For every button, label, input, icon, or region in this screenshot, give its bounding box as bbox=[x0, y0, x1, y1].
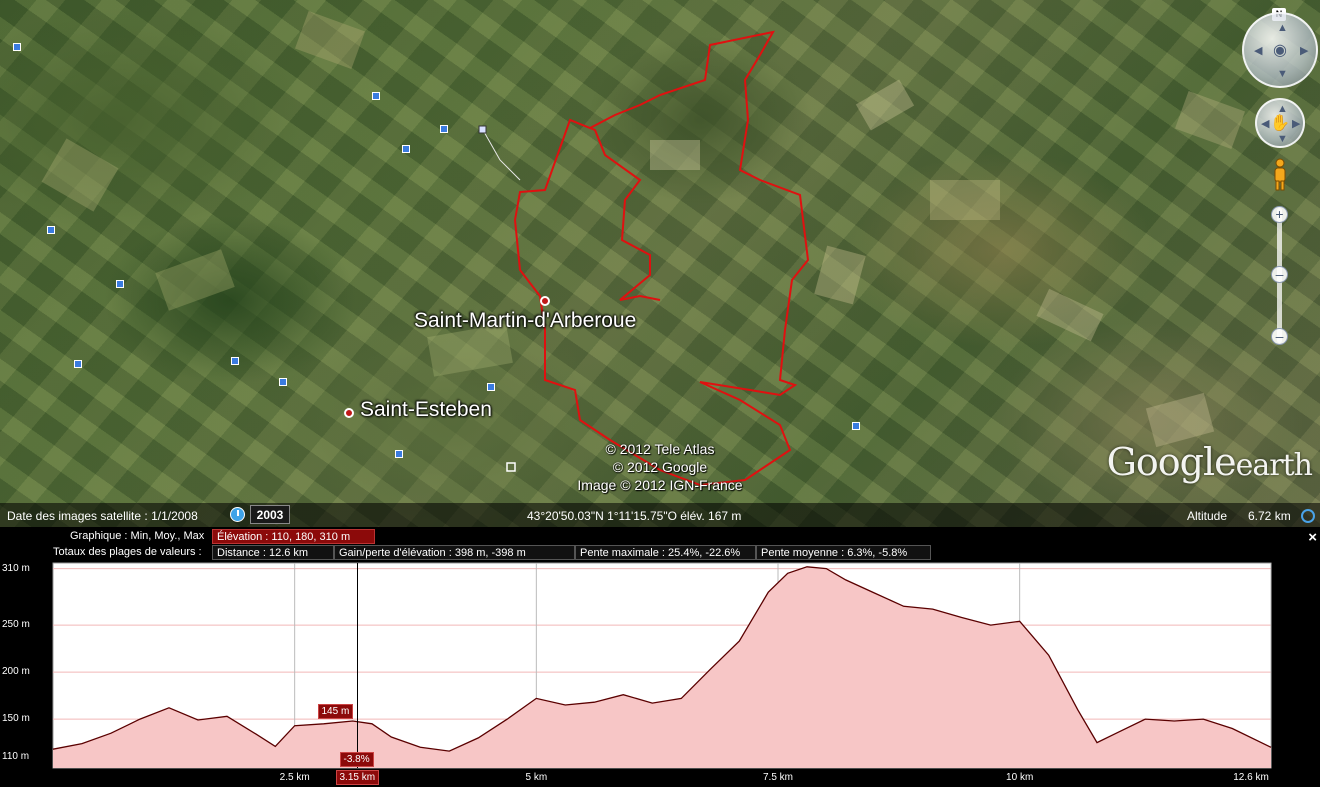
look-right-icon[interactable]: ▶ bbox=[1300, 46, 1308, 57]
look-left-icon[interactable]: ◀ bbox=[1254, 46, 1262, 57]
poi-icon[interactable] bbox=[279, 378, 287, 386]
place-pin-saint-esteben bbox=[344, 408, 354, 418]
x-tick-label: 5 km bbox=[525, 772, 548, 783]
cursor-slope-label: -3.8% bbox=[339, 752, 374, 767]
look-down-icon[interactable]: ▼ bbox=[1277, 69, 1288, 80]
x-tick-label: 10 km bbox=[1006, 772, 1034, 783]
poi-icon[interactable] bbox=[231, 357, 239, 365]
copyright-notice: © 2012 Tele Atlas © 2012 Google Image © … bbox=[545, 440, 775, 494]
brand-sub: earth bbox=[1235, 448, 1313, 483]
y-tick-label: 310 m bbox=[2, 562, 30, 574]
poi-icon[interactable] bbox=[13, 43, 21, 51]
status-bar: Date des images satellite : 1/1/2008 200… bbox=[0, 503, 1320, 527]
x-tick-label: 12.6 km bbox=[1233, 772, 1269, 783]
poi-icon[interactable] bbox=[116, 280, 124, 288]
zoom-in-icon[interactable]: + bbox=[1271, 206, 1288, 223]
status-circle-icon bbox=[1301, 509, 1315, 523]
y-tick-label: 110 m bbox=[2, 750, 30, 762]
cursor-distance-label: 3.15 km bbox=[335, 770, 380, 785]
move-right-icon[interactable]: ▶ bbox=[1292, 119, 1300, 130]
copyright-line: © 2012 Tele Atlas bbox=[605, 441, 715, 457]
y-tick-label: 150 m bbox=[2, 713, 30, 725]
y-tick-label: 200 m bbox=[2, 666, 30, 678]
move-down-icon[interactable]: ▼ bbox=[1277, 134, 1288, 145]
field-patches bbox=[41, 10, 1246, 448]
google-earth-logo: Googleearth bbox=[1106, 440, 1313, 484]
zoom-out-icon[interactable]: – bbox=[1271, 328, 1288, 345]
poi-icon[interactable] bbox=[402, 145, 410, 153]
poi-icon[interactable] bbox=[395, 450, 403, 458]
track-start-marker bbox=[478, 125, 487, 134]
gps-track bbox=[513, 30, 810, 487]
map-marker-square bbox=[506, 462, 516, 472]
satellite-map[interactable]: Saint-Martin-d'Arberoue Saint-Esteben © … bbox=[0, 0, 1320, 527]
elevation-profile-panel: Graphique : Min, Moy., Max Élévation : 1… bbox=[0, 527, 1320, 787]
move-control[interactable]: ▲ ▼ ◀ ▶ ✋ bbox=[1255, 98, 1305, 148]
eye-icon: ◉ bbox=[1273, 42, 1287, 59]
imagery-date: Date des images satellite : 1/1/2008 bbox=[7, 509, 198, 523]
x-tick-label: 7.5 km bbox=[762, 772, 794, 783]
place-label-saint-martin[interactable]: Saint-Martin-d'Arberoue bbox=[414, 309, 636, 333]
move-left-icon[interactable]: ◀ bbox=[1261, 119, 1269, 130]
poi-icon[interactable] bbox=[440, 125, 448, 133]
hand-icon: ✋ bbox=[1270, 115, 1290, 132]
poi-icon[interactable] bbox=[74, 360, 82, 368]
access-road bbox=[482, 129, 521, 181]
street-view-pegman-icon[interactable] bbox=[1272, 158, 1288, 192]
altitude-value: 6.72 km bbox=[1248, 509, 1291, 523]
cursor-coordinates: 43°20'50.03"N 1°11'15.75"O élév. 167 m bbox=[527, 509, 742, 523]
altitude-label: Altitude bbox=[1187, 509, 1228, 523]
place-pin-saint-martin bbox=[540, 296, 550, 306]
imagery-year-button[interactable]: 2003 bbox=[250, 505, 290, 524]
cursor-elevation-label: 145 m bbox=[317, 703, 354, 719]
zoom-slider-handle[interactable]: – bbox=[1271, 266, 1288, 283]
poi-icon[interactable] bbox=[852, 422, 860, 430]
poi-icon[interactable] bbox=[372, 92, 380, 100]
copyright-line: Image © 2012 IGN-France bbox=[577, 477, 743, 493]
place-label-saint-esteben[interactable]: Saint-Esteben bbox=[360, 398, 492, 422]
poi-icon[interactable] bbox=[47, 226, 55, 234]
look-up-icon[interactable]: ▲ bbox=[1277, 23, 1288, 34]
brand-main: Google bbox=[1106, 440, 1237, 484]
y-tick-label: 250 m bbox=[2, 619, 30, 631]
elevation-chart[interactable] bbox=[0, 527, 1320, 787]
copyright-line: © 2012 Google bbox=[612, 459, 708, 475]
x-tick-label: 2.5 km bbox=[279, 772, 310, 783]
historical-imagery-clock-icon[interactable] bbox=[230, 507, 245, 522]
poi-icon[interactable] bbox=[487, 383, 495, 391]
look-control[interactable]: ▲ ▼ ◀ ▶ ◉ bbox=[1242, 12, 1318, 88]
